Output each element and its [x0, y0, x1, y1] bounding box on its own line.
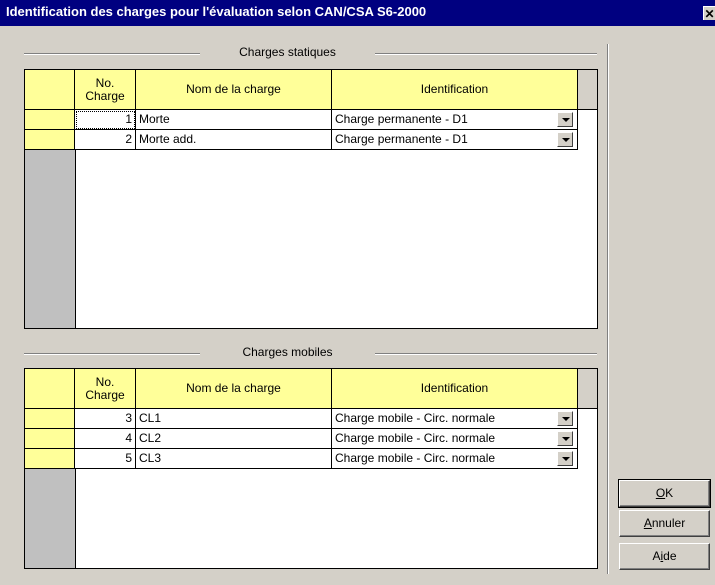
help-label-rest: de — [663, 549, 677, 563]
table-row[interactable]: 5 CL3 Charge mobile - Circ. normale — [25, 449, 597, 469]
cell-no[interactable]: 3 — [75, 409, 136, 429]
table-row[interactable]: 2 Morte add. Charge permanente - D1 — [25, 130, 597, 150]
cell-nom[interactable]: Morte — [136, 110, 332, 130]
vertical-separator — [607, 44, 609, 574]
dropdown-arrow-icon[interactable] — [557, 411, 573, 426]
cell-nom[interactable]: Morte add. — [136, 130, 332, 150]
group-divider — [375, 353, 597, 355]
dropdown-arrow-icon[interactable] — [557, 431, 573, 446]
group-divider — [375, 53, 597, 55]
column-header-nom: Nom de la charge — [136, 369, 332, 409]
identification-value: Charge permanente - D1 — [335, 132, 468, 146]
row-selector[interactable] — [25, 429, 75, 449]
cancel-accel: A — [643, 516, 652, 530]
mobile-group-label: Charges mobiles — [200, 345, 375, 359]
dialog-window: Identification des charges pour l'évalua… — [0, 0, 715, 585]
cell-nom[interactable]: CL2 — [136, 429, 332, 449]
title-bar: Identification des charges pour l'évalua… — [0, 0, 715, 26]
dropdown-arrow-icon[interactable] — [557, 132, 573, 147]
cell-identification[interactable]: Charge mobile - Circ. normale — [332, 409, 578, 429]
cancel-label-rest: nnuler — [651, 516, 686, 530]
identification-value: Charge mobile - Circ. normale — [335, 411, 496, 425]
cell-identification[interactable]: Charge permanente - D1 — [332, 130, 578, 150]
help-button[interactable]: Aide — [619, 543, 710, 570]
ok-label-rest: K — [665, 486, 674, 500]
row-selector[interactable] — [25, 130, 75, 150]
table-row[interactable]: 4 CL2 Charge mobile - Circ. normale — [25, 429, 597, 449]
cell-nom[interactable]: CL3 — [136, 449, 332, 469]
cancel-button[interactable]: Annuler — [619, 510, 710, 537]
column-header-nom: Nom de la charge — [136, 70, 332, 110]
row-selector[interactable] — [25, 449, 75, 469]
header-filler — [578, 70, 597, 110]
header-corner — [25, 369, 75, 409]
ok-button[interactable]: OK — [618, 479, 711, 508]
cell-no[interactable]: 1 — [75, 110, 136, 130]
identification-value: Charge mobile - Circ. normale — [335, 431, 496, 445]
column-header-no: No. Charge — [75, 369, 136, 409]
column-header-identification: Identification — [332, 369, 578, 409]
ok-accel: O — [655, 486, 666, 500]
window-title: Identification des charges pour l'évalua… — [6, 4, 427, 19]
group-divider — [24, 53, 200, 55]
close-icon[interactable]: ✕ — [703, 6, 715, 21]
table-row[interactable]: 3 CL1 Charge mobile - Circ. normale — [25, 409, 597, 429]
cell-no[interactable]: 4 — [75, 429, 136, 449]
header-corner — [25, 70, 75, 110]
cell-nom[interactable]: CL1 — [136, 409, 332, 429]
mobile-loads-grid: No. Charge Nom de la charge Identificati… — [24, 368, 598, 569]
row-selector[interactable] — [25, 110, 75, 130]
identification-value: Charge mobile - Circ. normale — [335, 451, 496, 465]
static-loads-grid: No. Charge Nom de la charge Identificati… — [24, 69, 598, 329]
static-group-label: Charges statiques — [200, 45, 375, 59]
cell-identification[interactable]: Charge mobile - Circ. normale — [332, 429, 578, 449]
cell-identification[interactable]: Charge permanente - D1 — [332, 110, 578, 130]
dropdown-arrow-icon[interactable] — [557, 112, 573, 127]
group-divider — [24, 353, 200, 355]
cell-no[interactable]: 5 — [75, 449, 136, 469]
row-selector[interactable] — [25, 409, 75, 429]
identification-value: Charge permanente - D1 — [335, 112, 468, 126]
cell-no[interactable]: 2 — [75, 130, 136, 150]
column-header-identification: Identification — [332, 70, 578, 110]
cell-identification[interactable]: Charge mobile - Circ. normale — [332, 449, 578, 469]
table-row[interactable]: 1 Morte Charge permanente - D1 — [25, 110, 597, 130]
dropdown-arrow-icon[interactable] — [557, 451, 573, 466]
header-filler — [578, 369, 597, 409]
column-header-no: No. Charge — [75, 70, 136, 110]
